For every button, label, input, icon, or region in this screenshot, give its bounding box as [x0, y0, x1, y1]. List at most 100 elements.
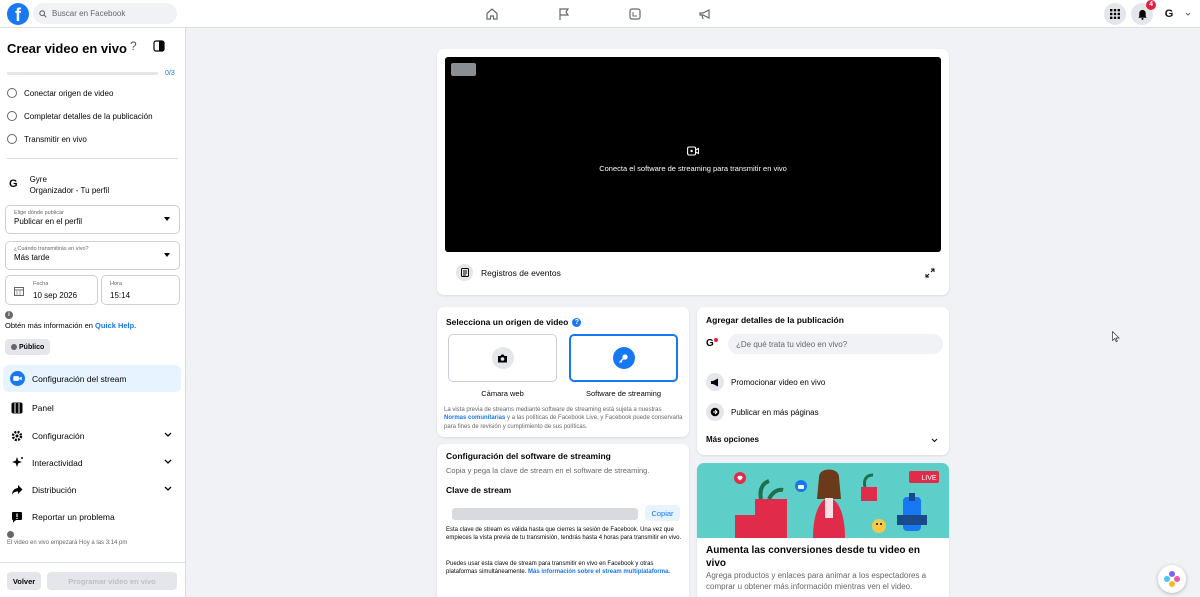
- schedule-when-select[interactable]: ¿Cuándo transmitirás en vivo? Más tarde: [5, 241, 180, 270]
- share-arrow-icon: [9, 482, 25, 498]
- privacy-button[interactable]: Público: [5, 339, 51, 355]
- date-value: 10 sep 2026: [33, 291, 78, 300]
- calendar-icon: [14, 286, 24, 296]
- software-config-title: Configuración del software de streaming: [446, 451, 611, 461]
- streaming-software-option[interactable]: [569, 334, 678, 382]
- menu-label: Reportar un problema: [32, 511, 115, 522]
- mouse-cursor-icon: [1112, 331, 1120, 342]
- setup-progress-text: 0/3: [165, 70, 175, 77]
- setup-progress-bar: [7, 72, 158, 75]
- privacy-label: Público: [19, 343, 45, 351]
- event-log-button[interactable]: Registros de eventos: [456, 264, 561, 281]
- copy-button[interactable]: Copiar: [645, 505, 680, 521]
- live-setup-sidebar: Crear video en vivo ? 0/3 Conectar orige…: [0, 28, 186, 597]
- webcam-label: Cámara web: [481, 389, 524, 398]
- preview-status-tag: [451, 63, 476, 76]
- schedule-live-button[interactable]: Programar video en vivo: [47, 572, 177, 590]
- home-icon[interactable]: [483, 5, 501, 23]
- menu-dashboard[interactable]: Panel: [3, 394, 181, 421]
- start-time-note: El video en vivo empezará Hoy a las 3:14…: [7, 540, 128, 546]
- promo-illustration: LIVE: [697, 463, 949, 538]
- publish-more-pages-button[interactable]: Publicar en más páginas: [706, 403, 819, 421]
- preview-message: Conecta el software de streaming para tr…: [599, 164, 787, 173]
- menu-report-problem[interactable]: Reportar un problema: [3, 503, 181, 530]
- menu-grid-icon[interactable]: [1104, 3, 1126, 25]
- more-pages-label: Publicar en más páginas: [731, 407, 819, 417]
- facebook-logo[interactable]: f: [7, 3, 29, 25]
- info-icon: i: [5, 311, 13, 319]
- stream-key-note: Esta clave de stream es válida hasta que…: [446, 527, 682, 542]
- video-source-title: Selecciona un origen de video ?: [446, 317, 582, 327]
- menu-label: Configuración del stream: [32, 373, 127, 384]
- software-config-subtitle: Copia y pega la clave de stream en el so…: [446, 466, 650, 475]
- webcam-option[interactable]: [448, 334, 557, 382]
- flower-icon: [1164, 571, 1180, 587]
- globe-icon: [11, 344, 17, 350]
- assistant-button[interactable]: [1158, 565, 1186, 593]
- more-options-label: Más opciones: [706, 435, 759, 444]
- menu-settings[interactable]: Configuración: [3, 422, 181, 449]
- quick-help-link[interactable]: Quick Help.: [95, 321, 136, 330]
- flag-icon[interactable]: [555, 5, 573, 23]
- step-radio-icon: [7, 88, 17, 98]
- step-connect-source: Conectar origen de video: [7, 88, 113, 98]
- live-badge: LIVE: [921, 475, 937, 482]
- details-avatar: G: [706, 338, 718, 349]
- watch-icon[interactable]: [626, 5, 644, 23]
- panel-toggle-icon[interactable]: [153, 40, 165, 52]
- search-input[interactable]: Buscar en Facebook: [33, 3, 177, 24]
- chevron-down-icon: [164, 459, 172, 464]
- megaphone-icon[interactable]: [696, 5, 714, 23]
- time-label: Hora: [110, 281, 122, 287]
- key-icon: [612, 347, 635, 369]
- date-label: Fecha: [33, 281, 49, 287]
- notifications-badge: 4: [1146, 0, 1156, 10]
- notifications-bell-icon[interactable]: 4: [1131, 0, 1156, 25]
- expand-icon[interactable]: [925, 268, 935, 278]
- account-controls: 4 G: [1104, 0, 1191, 25]
- divider: [0, 562, 186, 563]
- multiplatform-link[interactable]: Más información sobre el stream multipla…: [528, 569, 670, 575]
- owner-avatar: G: [9, 178, 18, 190]
- menu-distribution[interactable]: Distribución: [3, 476, 181, 503]
- help-icon[interactable]: ?: [572, 317, 582, 327]
- date-field[interactable]: Fecha 10 sep 2026: [5, 275, 98, 305]
- publish-location-select[interactable]: Elige dónde publicar Publicar en el perf…: [5, 205, 180, 234]
- description-input[interactable]: ¿De qué trata tu video en vivo?: [728, 334, 943, 354]
- back-button[interactable]: Volver: [7, 572, 41, 590]
- sparkle-icon: [9, 455, 25, 471]
- report-icon: [9, 509, 25, 525]
- organizer-profile: G Gyre Organizador - Tu perfil: [9, 174, 109, 196]
- chevron-down-icon[interactable]: [931, 438, 938, 443]
- menu-label: Distribución: [32, 484, 77, 495]
- stream-key-field[interactable]: [452, 508, 638, 520]
- main-nav: [483, 5, 714, 23]
- menu-label: Interactividad: [32, 457, 83, 468]
- more-options-toggle[interactable]: Más opciones: [706, 435, 759, 444]
- page-title: Crear video en vivo: [7, 41, 127, 56]
- chevron-down-icon: [164, 432, 172, 437]
- promote-video-button[interactable]: Promocionar video en vivo: [706, 373, 825, 391]
- step-radio-icon: [7, 134, 17, 144]
- video-camera-icon: [9, 371, 25, 387]
- menu-label: Panel: [32, 402, 54, 413]
- menu-interactivity[interactable]: Interactividad: [3, 449, 181, 476]
- select-label: Elige dónde publicar: [14, 210, 64, 216]
- time-field[interactable]: Hora 15:14: [101, 275, 180, 305]
- owner-role: Organizador - Tu perfil: [29, 186, 110, 195]
- menu-stream-settings[interactable]: Configuración del stream: [3, 365, 181, 392]
- chevron-down-icon[interactable]: [1185, 11, 1191, 17]
- select-value: Publicar en el perfil: [14, 217, 83, 226]
- promo-title: Aumenta las conversiones desde tu video …: [706, 545, 920, 569]
- camera-icon: [491, 347, 514, 369]
- owner-name: Gyre: [29, 175, 47, 184]
- profile-avatar[interactable]: G: [1158, 3, 1180, 25]
- event-log-label: Registros de eventos: [481, 267, 561, 278]
- preview-disclaimer: La vista previa de streams mediante soft…: [444, 406, 684, 431]
- caret-down-icon: [164, 253, 170, 257]
- community-standards-link[interactable]: Normas comunitarias: [444, 415, 505, 421]
- step-label: Completar detalles de la publicación: [24, 111, 153, 121]
- step-complete-details: Completar detalles de la publicación: [7, 111, 153, 121]
- avatar-dot: [713, 338, 718, 342]
- help-icon[interactable]: ?: [130, 39, 137, 53]
